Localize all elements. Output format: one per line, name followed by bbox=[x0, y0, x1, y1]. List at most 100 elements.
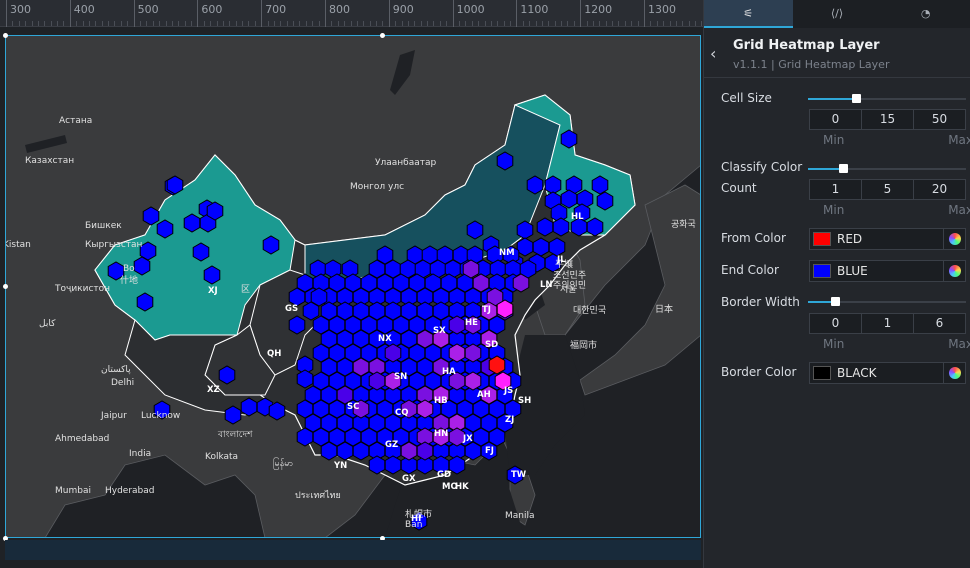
ruler-tick-label: 1100 bbox=[520, 3, 549, 16]
classify-min-input[interactable]: 1 bbox=[810, 180, 861, 199]
max-label: Max bbox=[948, 203, 970, 217]
classify-slider-knob[interactable] bbox=[839, 164, 848, 173]
color-wheel-icon bbox=[948, 367, 961, 379]
ruler-minor-tick bbox=[331, 21, 333, 26]
ruler-tick-label: 1300 bbox=[648, 3, 676, 16]
ruler-minor-tick bbox=[414, 21, 416, 26]
ruler-minor-tick bbox=[127, 21, 129, 26]
border-color-swatch bbox=[813, 366, 831, 380]
from-color-swatch bbox=[813, 232, 831, 246]
ruler-minor-tick bbox=[682, 21, 684, 26]
ruler-tick-label: 600 bbox=[201, 3, 223, 16]
border-width-slider[interactable] bbox=[808, 297, 966, 306]
classify-max-input[interactable]: 20 bbox=[913, 180, 965, 199]
end-color-swatch bbox=[813, 264, 831, 278]
min-label: Min bbox=[823, 203, 845, 217]
ruler-minor-tick bbox=[382, 21, 384, 26]
resize-handle-left[interactable] bbox=[3, 284, 8, 289]
panel-tabs: ⚟ ⟨/⟩ ◔ bbox=[704, 0, 970, 28]
ruler-minor-tick bbox=[146, 21, 148, 26]
ruler-minor-tick bbox=[216, 21, 218, 26]
end-color-picker-button[interactable] bbox=[943, 261, 965, 281]
end-color-input[interactable]: BLUE bbox=[809, 260, 966, 282]
back-arrow-icon[interactable]: ‹ bbox=[710, 44, 716, 63]
ruler-minor-tick bbox=[695, 21, 697, 26]
ruler-minor-tick bbox=[344, 21, 346, 26]
ruler-minor-tick bbox=[624, 21, 626, 26]
ruler-tick-label: 500 bbox=[137, 3, 159, 16]
resize-handle-top[interactable] bbox=[380, 33, 385, 38]
ruler-minor-tick bbox=[599, 21, 601, 26]
border-width-min-input[interactable]: 0 bbox=[810, 314, 861, 333]
ruler-tick: 900 bbox=[388, 0, 414, 27]
ruler-minor-tick bbox=[286, 21, 288, 26]
ruler-minor-tick bbox=[663, 21, 665, 26]
ruler-tick-label: 1000 bbox=[456, 3, 485, 16]
classify-count-inputs: 1 5 20 bbox=[809, 179, 966, 200]
ruler-minor-tick bbox=[165, 21, 167, 26]
ruler-minor-tick bbox=[305, 21, 307, 26]
color-wheel-icon bbox=[948, 233, 961, 245]
border-color-input[interactable]: BLACK bbox=[809, 362, 966, 384]
ruler-minor-tick bbox=[420, 21, 422, 26]
ruler-minor-tick bbox=[101, 21, 103, 26]
from-color-input[interactable]: RED bbox=[809, 228, 966, 250]
ruler-minor-tick bbox=[554, 21, 556, 26]
from-color-picker-button[interactable] bbox=[943, 229, 965, 249]
classify-color-label: Classify Color bbox=[721, 160, 803, 174]
settings-panel: ⚟ ⟨/⟩ ◔ ‹ Grid Heatmap Layer v1.1.1 | Gr… bbox=[703, 0, 970, 568]
ruler-minor-tick bbox=[88, 21, 90, 26]
cell-size-value-input[interactable]: 15 bbox=[861, 110, 913, 129]
ruler-minor-tick bbox=[427, 21, 429, 26]
selection-frame[interactable] bbox=[5, 35, 701, 538]
border-width-inputs: 0 1 6 bbox=[809, 313, 966, 334]
border-width-value-input[interactable]: 1 bbox=[861, 314, 913, 333]
classify-count-slider[interactable] bbox=[808, 164, 966, 173]
ruler-minor-tick bbox=[407, 21, 409, 26]
cell-size-slider[interactable] bbox=[808, 94, 966, 103]
count-label: Count bbox=[721, 181, 757, 195]
ruler-minor-tick bbox=[95, 21, 97, 26]
horizontal-scrollbar[interactable] bbox=[5, 540, 701, 560]
ruler-minor-tick bbox=[484, 21, 486, 26]
cell-size-slider-knob[interactable] bbox=[852, 94, 861, 103]
ruler-minor-tick bbox=[612, 21, 614, 26]
from-color-row: From Color RED bbox=[721, 228, 966, 252]
tab-code[interactable]: ⟨/⟩ bbox=[793, 0, 882, 28]
ruler-minor-tick bbox=[433, 21, 435, 26]
ruler-minor-tick bbox=[82, 21, 84, 26]
ruler-minor-tick bbox=[235, 21, 237, 26]
min-label: Min bbox=[823, 133, 845, 147]
border-color-row: Border Color BLACK bbox=[721, 362, 966, 386]
ruler-minor-tick bbox=[273, 21, 275, 26]
border-color-label: Border Color bbox=[721, 365, 797, 379]
min-label: Min bbox=[823, 337, 845, 351]
panel-header: ‹ Grid Heatmap Layer v1.1.1 | Grid Heatm… bbox=[704, 28, 970, 78]
ruler-minor-tick bbox=[586, 21, 588, 26]
ruler-minor-tick bbox=[184, 21, 186, 26]
border-color-name: BLACK bbox=[837, 366, 877, 380]
ruler-minor-tick bbox=[337, 21, 339, 26]
tab-interaction[interactable]: ◔ bbox=[881, 0, 970, 28]
ruler-minor-tick bbox=[76, 21, 78, 26]
ruler-minor-tick bbox=[210, 21, 212, 26]
from-color-name: RED bbox=[837, 232, 863, 246]
ruler-minor-tick bbox=[356, 21, 358, 26]
classify-value-input[interactable]: 5 bbox=[861, 180, 913, 199]
ruler-minor-tick bbox=[401, 21, 403, 26]
border-color-picker-button[interactable] bbox=[943, 363, 965, 383]
border-width-slider-knob[interactable] bbox=[831, 297, 840, 306]
resize-handle-top-left[interactable] bbox=[3, 33, 8, 38]
ruler-minor-tick bbox=[12, 21, 14, 26]
border-width-max-input[interactable]: 6 bbox=[913, 314, 965, 333]
end-color-row: End Color BLUE bbox=[721, 260, 966, 284]
cell-size-min-input[interactable]: 0 bbox=[810, 110, 861, 129]
tab-settings[interactable]: ⚟ bbox=[704, 0, 793, 28]
ruler-minor-tick bbox=[478, 21, 480, 26]
ruler-tick: 1200 bbox=[580, 0, 612, 27]
ruler-tick-label: 400 bbox=[73, 3, 95, 16]
ruler-minor-tick bbox=[561, 21, 563, 26]
max-label: Max bbox=[948, 133, 970, 147]
ruler-minor-tick bbox=[50, 21, 52, 26]
cell-size-max-input[interactable]: 50 bbox=[913, 110, 965, 129]
